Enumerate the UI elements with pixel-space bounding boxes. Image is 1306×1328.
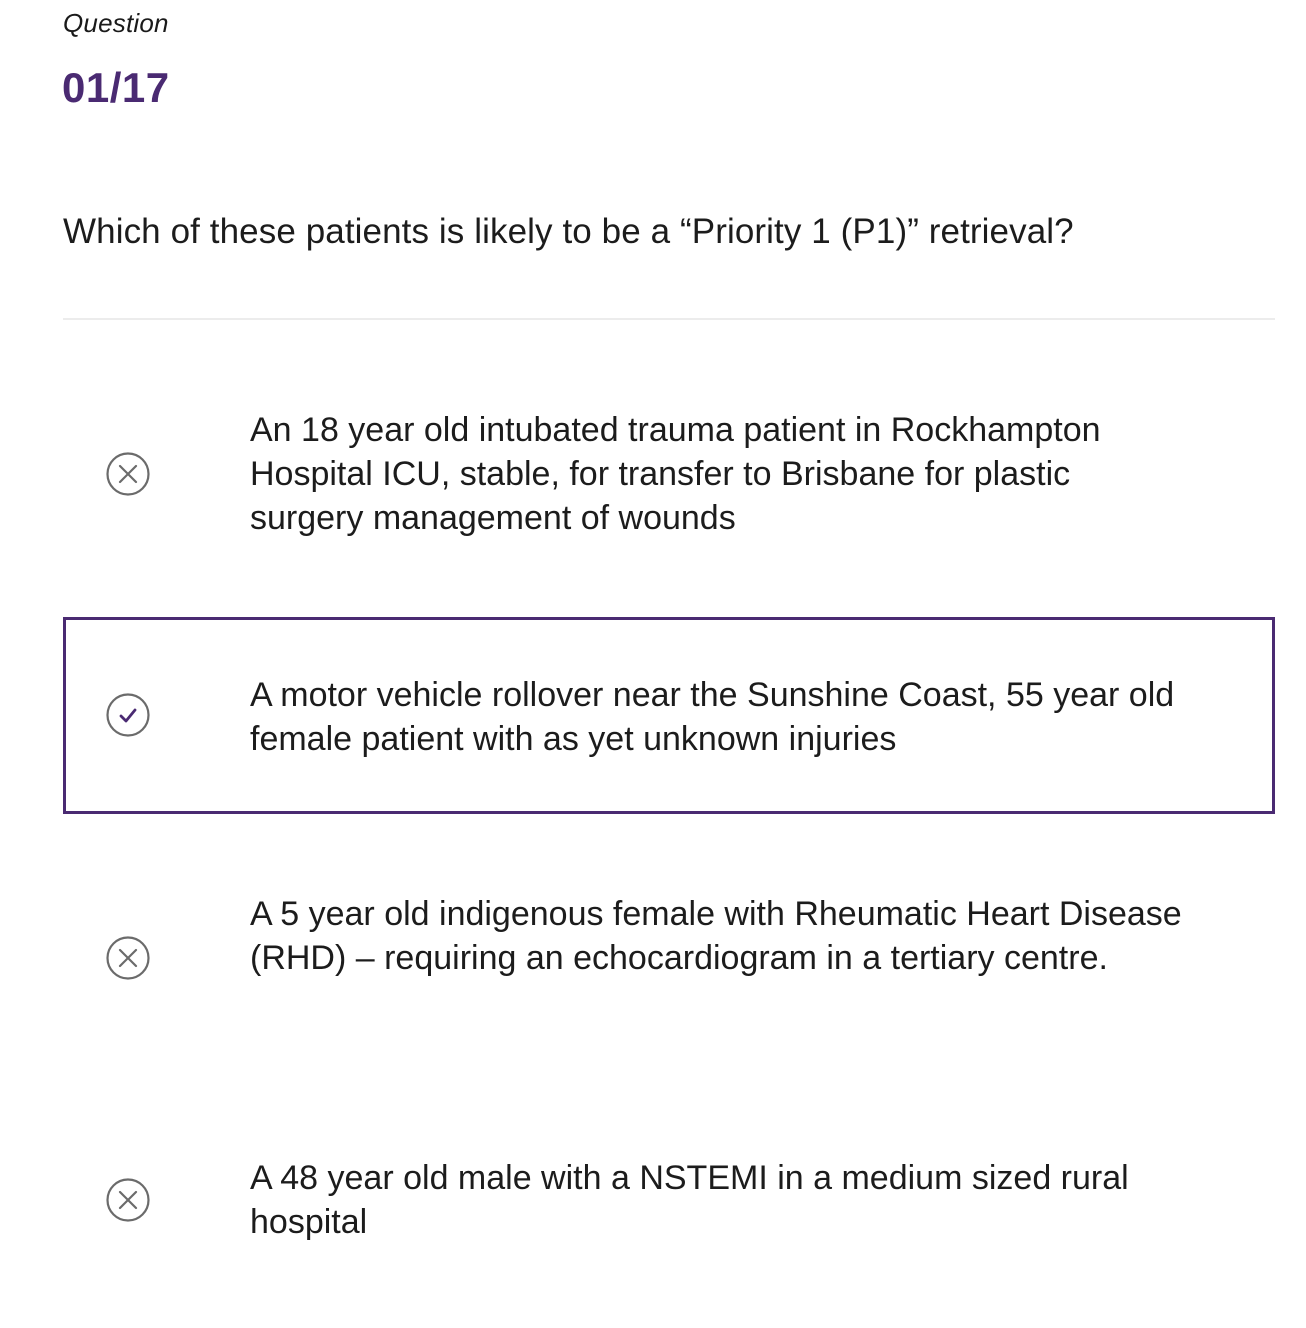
question-counter: 01/17 — [62, 64, 170, 111]
answer-option-1[interactable]: An 18 year old intubated trauma patient … — [63, 392, 1275, 562]
answer-text: An 18 year old intubated trauma patient … — [250, 411, 1101, 537]
answer-option-2[interactable]: A motor vehicle rollover near the Sunshi… — [63, 617, 1275, 814]
answer-text: A 5 year old indigenous female with Rheu… — [250, 895, 1182, 977]
cross-icon — [106, 452, 150, 496]
question-text: Which of these patients is likely to be … — [63, 212, 1074, 251]
answer-option-3[interactable]: A 5 year old indigenous female with Rheu… — [63, 876, 1275, 1046]
answer-option-4[interactable]: A 48 year old male with a NSTEMI in a me… — [63, 1140, 1275, 1270]
answer-text: A motor vehicle rollover near the Sunshi… — [250, 676, 1175, 758]
check-icon — [106, 693, 150, 737]
divider — [63, 318, 1275, 320]
cross-icon — [106, 1178, 150, 1222]
question-label: Question — [63, 8, 169, 38]
answer-text: A 48 year old male with a NSTEMI in a me… — [250, 1159, 1129, 1241]
cross-icon — [106, 936, 150, 980]
